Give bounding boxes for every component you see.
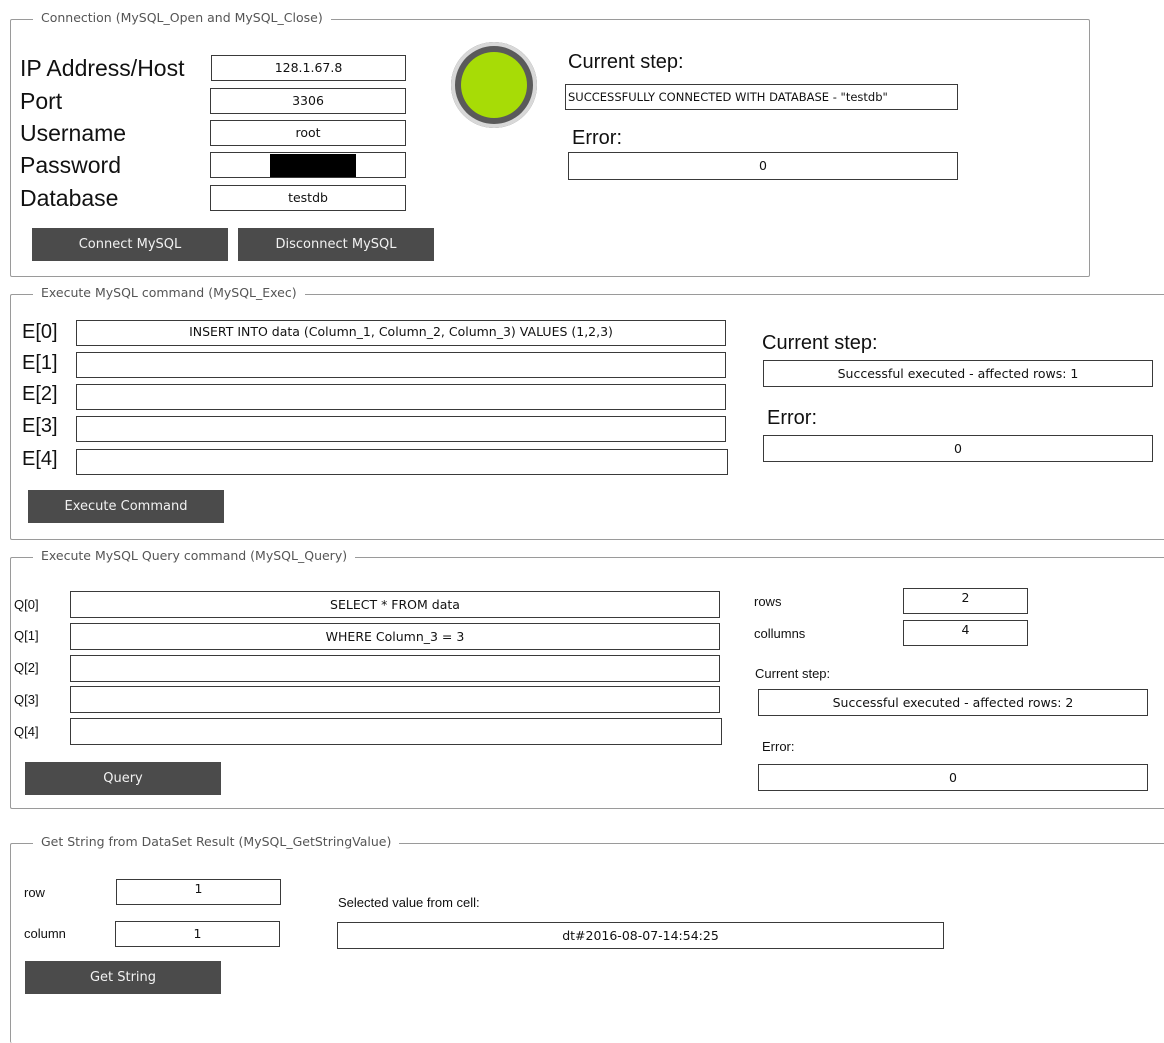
disconnect-button[interactable]: Disconnect MySQL: [238, 228, 434, 261]
connection-status-led-light: [461, 52, 527, 118]
row-label: row: [24, 885, 45, 900]
exec-label-1: E[1]: [22, 352, 58, 374]
getstring-group-title: Get String from DataSet Result (MySQL_Ge…: [33, 834, 400, 849]
query-current-step-label: Current step:: [755, 666, 831, 681]
password-field[interactable]: [210, 152, 406, 178]
query-error-field: 0: [758, 764, 1148, 791]
database-field[interactable]: testdb: [210, 185, 406, 211]
columns-label: collumns: [754, 626, 806, 641]
query-label-3: Q[3]: [14, 692, 39, 707]
host-label: IP Address/Host: [20, 55, 185, 81]
column-label: column: [24, 926, 66, 941]
exec-command-3[interactable]: [76, 416, 726, 442]
conn-current-step-field: SUCCESSFULLY CONNECTED WITH DATABASE - "…: [565, 84, 958, 110]
query-label-4: Q[4]: [14, 724, 39, 739]
exec-label-2: E[2]: [22, 383, 58, 405]
port-label: Port: [20, 88, 63, 114]
rows-label: rows: [754, 594, 782, 609]
query-label-0: Q[0]: [14, 597, 39, 612]
query-line-2[interactable]: [70, 655, 720, 682]
password-mask: [270, 154, 356, 177]
exec-label-3: E[3]: [22, 415, 58, 437]
columns-field: 4: [903, 620, 1028, 646]
exec-group-title: Execute MySQL command (MySQL_Exec): [33, 285, 305, 300]
username-field[interactable]: root: [210, 120, 406, 146]
conn-error-label: Error:: [572, 127, 622, 149]
exec-command-2[interactable]: [76, 384, 726, 410]
username-label: Username: [20, 120, 127, 146]
exec-command-4[interactable]: [76, 449, 728, 475]
selected-value-field: dt#2016-08-07-14:54:25: [337, 922, 944, 949]
query-line-4[interactable]: [70, 718, 722, 745]
query-line-1[interactable]: WHERE Column_3 = 3: [70, 623, 720, 650]
port-field[interactable]: 3306: [210, 88, 406, 114]
connect-button[interactable]: Connect MySQL: [32, 228, 228, 261]
query-error-label: Error:: [762, 739, 795, 754]
query-line-0[interactable]: SELECT * FROM data: [70, 591, 720, 618]
exec-error-label: Error:: [767, 407, 817, 429]
password-label: Password: [20, 152, 121, 178]
query-label-1: Q[1]: [14, 628, 39, 643]
conn-current-step-label: Current step:: [568, 51, 684, 73]
get-string-button[interactable]: Get String: [25, 961, 221, 994]
query-group-title: Execute MySQL Query command (MySQL_Query…: [33, 548, 356, 563]
selected-value-label: Selected value from cell:: [338, 895, 480, 910]
exec-command-0[interactable]: INSERT INTO data (Column_1, Column_2, Co…: [76, 320, 726, 346]
connection-group-title: Connection (MySQL_Open and MySQL_Close): [33, 10, 331, 25]
rows-field: 2: [903, 588, 1028, 614]
column-field[interactable]: 1: [115, 921, 280, 947]
query-button[interactable]: Query: [25, 762, 221, 795]
exec-label-4: E[4]: [22, 448, 58, 470]
exec-command-1[interactable]: [76, 352, 726, 378]
database-label: Database: [20, 185, 119, 211]
exec-current-step-field: Successful executed - affected rows: 1: [763, 360, 1153, 387]
conn-error-field: 0: [568, 152, 958, 180]
connection-status-led: [451, 42, 537, 128]
execute-command-button[interactable]: Execute Command: [28, 490, 224, 523]
query-label-2: Q[2]: [14, 660, 39, 675]
exec-label-0: E[0]: [22, 321, 58, 343]
exec-error-field: 0: [763, 435, 1153, 462]
query-current-step-field: Successful executed - affected rows: 2: [758, 689, 1148, 716]
row-field[interactable]: 1: [116, 879, 281, 905]
host-field[interactable]: 128.1.67.8: [211, 55, 406, 81]
exec-current-step-label: Current step:: [762, 332, 878, 354]
query-line-3[interactable]: [70, 686, 720, 713]
